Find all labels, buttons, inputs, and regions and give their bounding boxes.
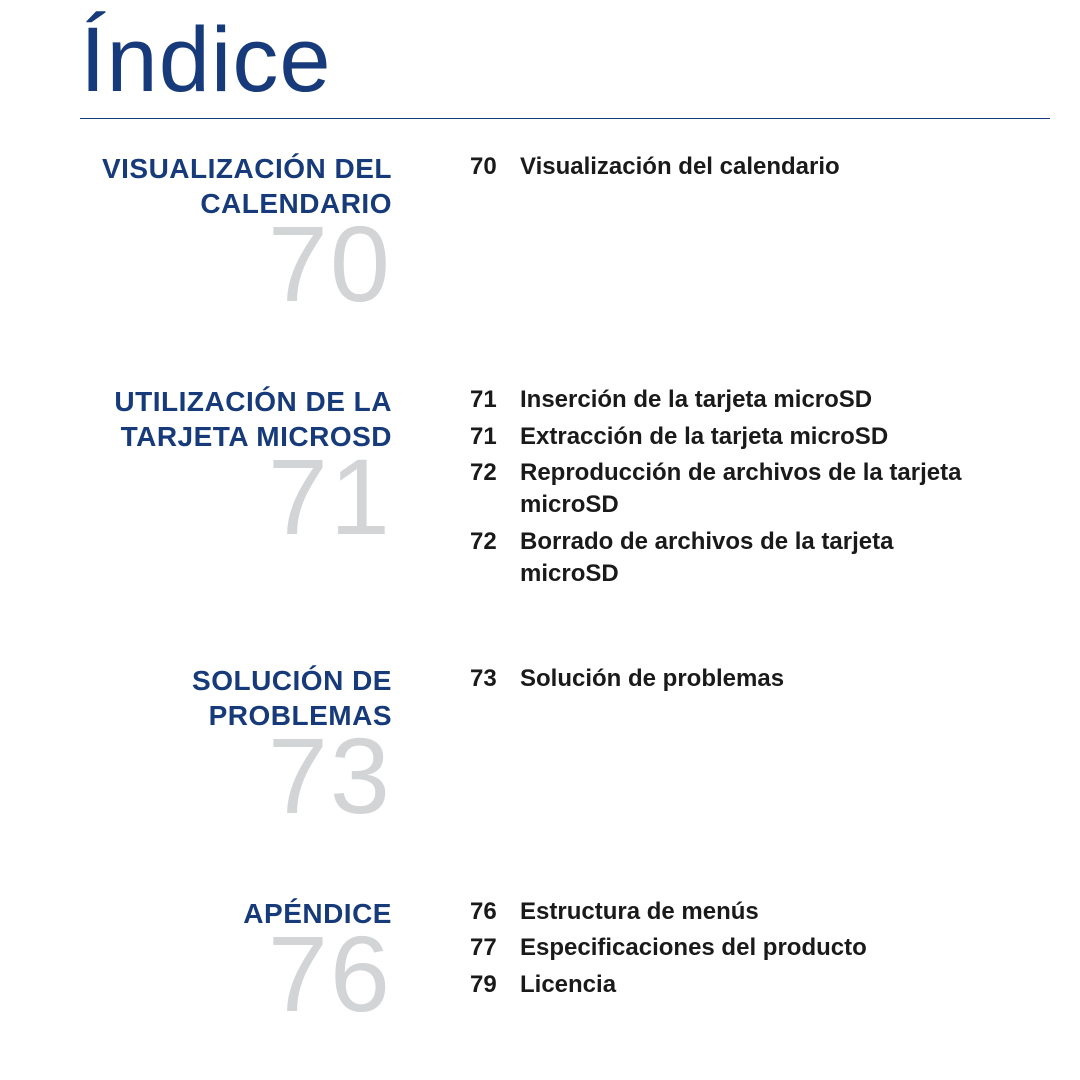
section-big-page-number: 70 <box>80 215 392 312</box>
page-title: Índice <box>80 8 1010 119</box>
toc-entry-page: 71 <box>470 384 520 416</box>
toc-entries: 73 Solución de problemas <box>470 663 1010 695</box>
section-left: SOLUCIÓN DE PROBLEMAS 73 <box>80 663 410 824</box>
toc-entries: 76 Estructura de menús 77 Especificacion… <box>470 896 1010 1001</box>
toc-section: UTILIZACIÓN DE LA TARJETA MICROSD 71 71 … <box>80 384 1010 590</box>
section-left: UTILIZACIÓN DE LA TARJETA MICROSD 71 <box>80 384 410 545</box>
section-heading: VISUALIZACIÓN DEL CALENDARIO <box>80 151 392 221</box>
toc-entry-title: Inserción de la tarjeta microSD <box>520 384 1010 416</box>
toc-entry-page: 76 <box>470 896 520 928</box>
toc-entry-title: Visualización del calendario <box>520 151 1010 183</box>
section-heading: SOLUCIÓN DE PROBLEMAS <box>80 663 392 733</box>
toc-entry-page: 79 <box>470 969 520 1001</box>
section-heading: APÉNDICE <box>80 896 392 931</box>
toc-entry-page: 77 <box>470 932 520 964</box>
toc-section: SOLUCIÓN DE PROBLEMAS 73 73 Solución de … <box>80 663 1010 824</box>
toc-entry-page: 72 <box>470 457 520 522</box>
section-heading: UTILIZACIÓN DE LA TARJETA MICROSD <box>80 384 392 454</box>
title-underline <box>80 118 1050 119</box>
section-big-page-number: 76 <box>80 925 392 1022</box>
toc-entry-title: Especificaciones del producto <box>520 932 1010 964</box>
toc-entry-page: 70 <box>470 151 520 183</box>
toc-entry-title: Solución de problemas <box>520 663 1010 695</box>
section-big-page-number: 71 <box>80 448 392 545</box>
toc-section: APÉNDICE 76 76 Estructura de menús 77 Es… <box>80 896 1010 1022</box>
toc-entry-page: 71 <box>470 421 520 453</box>
toc-entry-title: Licencia <box>520 969 1010 1001</box>
toc-entry-page: 73 <box>470 663 520 695</box>
toc-entry-title: Extracción de la tarjeta microSD <box>520 421 1010 453</box>
toc-entry-title: Reproducción de archivos de la tarjeta m… <box>520 457 1010 522</box>
toc-entry-page: 72 <box>470 526 520 591</box>
title-block: Índice <box>80 0 1010 119</box>
section-left: APÉNDICE 76 <box>80 896 410 1022</box>
toc-entry-title: Estructura de menús <box>520 896 1010 928</box>
section-big-page-number: 73 <box>80 727 392 824</box>
toc-entries: 70 Visualización del calendario <box>470 151 1010 183</box>
toc-section: VISUALIZACIÓN DEL CALENDARIO 70 70 Visua… <box>80 151 1010 312</box>
toc-entry-title: Borrado de archivos de la tarjeta microS… <box>520 526 1010 591</box>
toc-entries: 71 Inserción de la tarjeta microSD 71 Ex… <box>470 384 1010 590</box>
section-left: VISUALIZACIÓN DEL CALENDARIO 70 <box>80 151 410 312</box>
